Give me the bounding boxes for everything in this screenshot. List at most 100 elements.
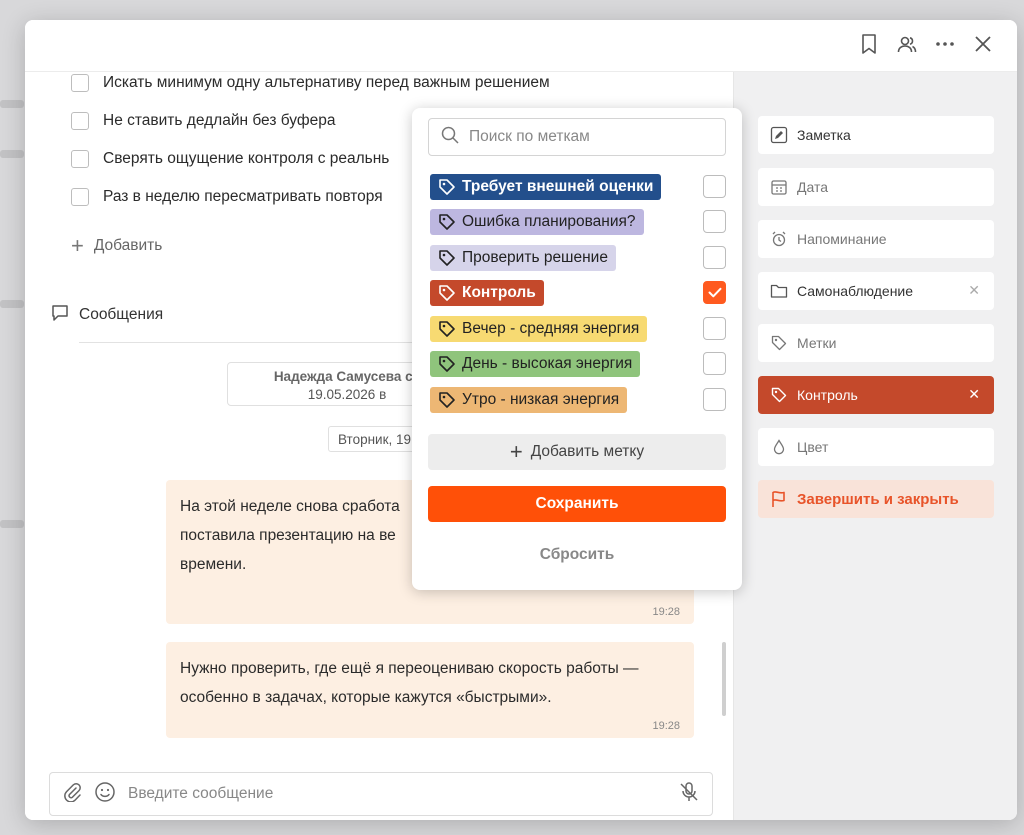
message-input[interactable]: Введите сообщение: [128, 785, 678, 803]
background-strip: [0, 300, 24, 308]
tag-checkbox[interactable]: [703, 352, 726, 375]
tag-row[interactable]: Требует внешней оценки: [430, 174, 726, 202]
messages-title: Сообщения: [79, 306, 164, 323]
tag-icon: [438, 213, 456, 231]
remove-icon[interactable]: ✕: [968, 386, 980, 403]
checklist-item-label: Искать минимум одну альтернативу перед в…: [103, 74, 550, 91]
tag-chip[interactable]: Контроль: [430, 280, 544, 306]
sidebar-item-label: Метки: [797, 335, 837, 351]
checklist-item-label: Сверять ощущение контроля с реальнь: [103, 150, 390, 167]
save-button[interactable]: Сохранить: [428, 486, 726, 522]
tag-row[interactable]: Утро - низкая энергия: [430, 387, 726, 415]
tag-label: Утро - низкая энергия: [462, 391, 620, 408]
tag-checkbox[interactable]: [703, 388, 726, 411]
tag-label: Вечер - средняя энергия: [462, 320, 640, 337]
tag-checkbox[interactable]: [703, 210, 726, 233]
sidebar: Заметка Дата Напоминание Самонаблюдение …: [733, 72, 1017, 820]
checkmark-icon: [708, 287, 721, 298]
checkbox[interactable]: [71, 112, 89, 130]
tag-picker-popup: Поиск по меткам Требует внешней оценки О…: [412, 108, 742, 590]
tag-row[interactable]: Проверить решение: [430, 245, 726, 273]
checklist-item-label: Раз в неделю пересматривать повторя: [103, 188, 383, 205]
tag-label: День - высокая энергия: [462, 355, 633, 372]
search-icon: [441, 126, 459, 148]
checkbox[interactable]: [71, 188, 89, 206]
scrollbar[interactable]: [722, 642, 726, 716]
tag-checkbox[interactable]: [703, 246, 726, 269]
tag-checkbox[interactable]: [703, 317, 726, 340]
tag-search-input[interactable]: Поиск по меткам: [428, 118, 726, 156]
tag-checkbox[interactable]: [703, 175, 726, 198]
tag-chip[interactable]: Вечер - средняя энергия: [430, 316, 648, 342]
tag-chip[interactable]: Требует внешней оценки: [430, 174, 662, 200]
sidebar-item-label: Самонаблюдение: [797, 283, 914, 299]
microphone-off-icon[interactable]: [678, 781, 700, 807]
tag-chip[interactable]: Ошибка планирования?: [430, 209, 644, 235]
plus-icon: +: [71, 233, 84, 258]
message-composer[interactable]: Введите сообщение: [49, 772, 713, 816]
modal-actions: [859, 34, 993, 54]
sidebar-item-label: Заметка: [797, 127, 851, 143]
tag-checkbox-checked[interactable]: [703, 281, 726, 304]
add-checklist-label: Добавить: [93, 237, 163, 254]
tag-chip[interactable]: Утро - низкая энергия: [430, 387, 628, 413]
tag-icon: [438, 355, 456, 373]
remove-icon[interactable]: ✕: [968, 282, 980, 299]
modal-top-bar: [25, 20, 1017, 72]
calendar-icon: [770, 178, 788, 196]
paperclip-icon[interactable]: [62, 782, 82, 806]
sidebar-item-label: Дата: [797, 179, 829, 195]
message-text: На этой неделе снова сработа поставила п…: [180, 498, 400, 573]
tag-icon: [438, 391, 456, 409]
sidebar-item-tags[interactable]: Метки: [758, 324, 994, 362]
message-time: 19:28: [652, 606, 680, 618]
tag-chip[interactable]: Проверить решение: [430, 245, 616, 271]
tag-label: Требует внешней оценки: [462, 178, 654, 195]
add-tag-button[interactable]: + Добавить метку: [428, 434, 726, 470]
finish-and-close-button[interactable]: Завершить и закрыть: [758, 480, 994, 518]
tag-chip[interactable]: День - высокая энергия: [430, 351, 641, 377]
emoji-icon[interactable]: [94, 781, 116, 807]
checkbox[interactable]: [71, 150, 89, 168]
sidebar-item-tag-control[interactable]: Контроль ✕: [758, 376, 994, 414]
tag-row[interactable]: Контроль: [430, 280, 726, 308]
tag-row[interactable]: Ошибка планирования?: [430, 209, 726, 237]
background-strip: [0, 520, 24, 528]
reset-button[interactable]: Сбросить: [428, 538, 726, 572]
sidebar-item-date[interactable]: Дата: [758, 168, 994, 206]
messages-header: Сообщения: [51, 304, 163, 326]
pencil-icon: [770, 126, 788, 144]
add-checklist-item-button[interactable]: + Добавить: [71, 235, 162, 257]
message-text: Нужно проверить, где ещё я переоцениваю …: [180, 660, 639, 706]
sidebar-item-reminder[interactable]: Напоминание: [758, 220, 994, 258]
sidebar-item-note[interactable]: Заметка: [758, 116, 994, 154]
sidebar-item-label: Контроль: [797, 387, 858, 403]
drop-icon: [770, 438, 788, 456]
checklist-item-label: Не ставить дедлайн без буфера: [103, 112, 336, 129]
sidebar-item-label: Напоминание: [797, 231, 887, 247]
checklist-item[interactable]: Искать минимум одну альтернативу перед в…: [71, 72, 550, 102]
tag-label: Проверить решение: [462, 249, 608, 266]
tag-icon: [770, 386, 788, 404]
tag-row[interactable]: Вечер - средняя энергия: [430, 316, 726, 344]
message-bubble: Нужно проверить, где ещё я переоцениваю …: [166, 642, 694, 738]
close-icon[interactable]: [973, 34, 993, 54]
chat-bubble-icon: [51, 304, 69, 326]
plus-icon: +: [509, 439, 523, 464]
tag-label: Контроль: [462, 284, 536, 301]
sidebar-item-color[interactable]: Цвет: [758, 428, 994, 466]
tag-row[interactable]: День - высокая энергия: [430, 351, 726, 379]
add-tag-label: Добавить метку: [530, 443, 645, 460]
checkbox[interactable]: [71, 74, 89, 92]
message-time: 19:28: [652, 720, 680, 732]
people-icon[interactable]: [897, 34, 917, 54]
sidebar-item-self-observation[interactable]: Самонаблюдение ✕: [758, 272, 994, 310]
tag-label: Ошибка планирования?: [462, 213, 636, 230]
background-strip: [0, 100, 24, 108]
alarm-icon: [770, 230, 788, 248]
background-strip: [0, 150, 24, 158]
bookmark-icon[interactable]: [859, 34, 879, 54]
search-placeholder: Поиск по меткам: [469, 128, 590, 145]
more-icon[interactable]: [935, 34, 955, 54]
tag-icon: [438, 249, 456, 267]
